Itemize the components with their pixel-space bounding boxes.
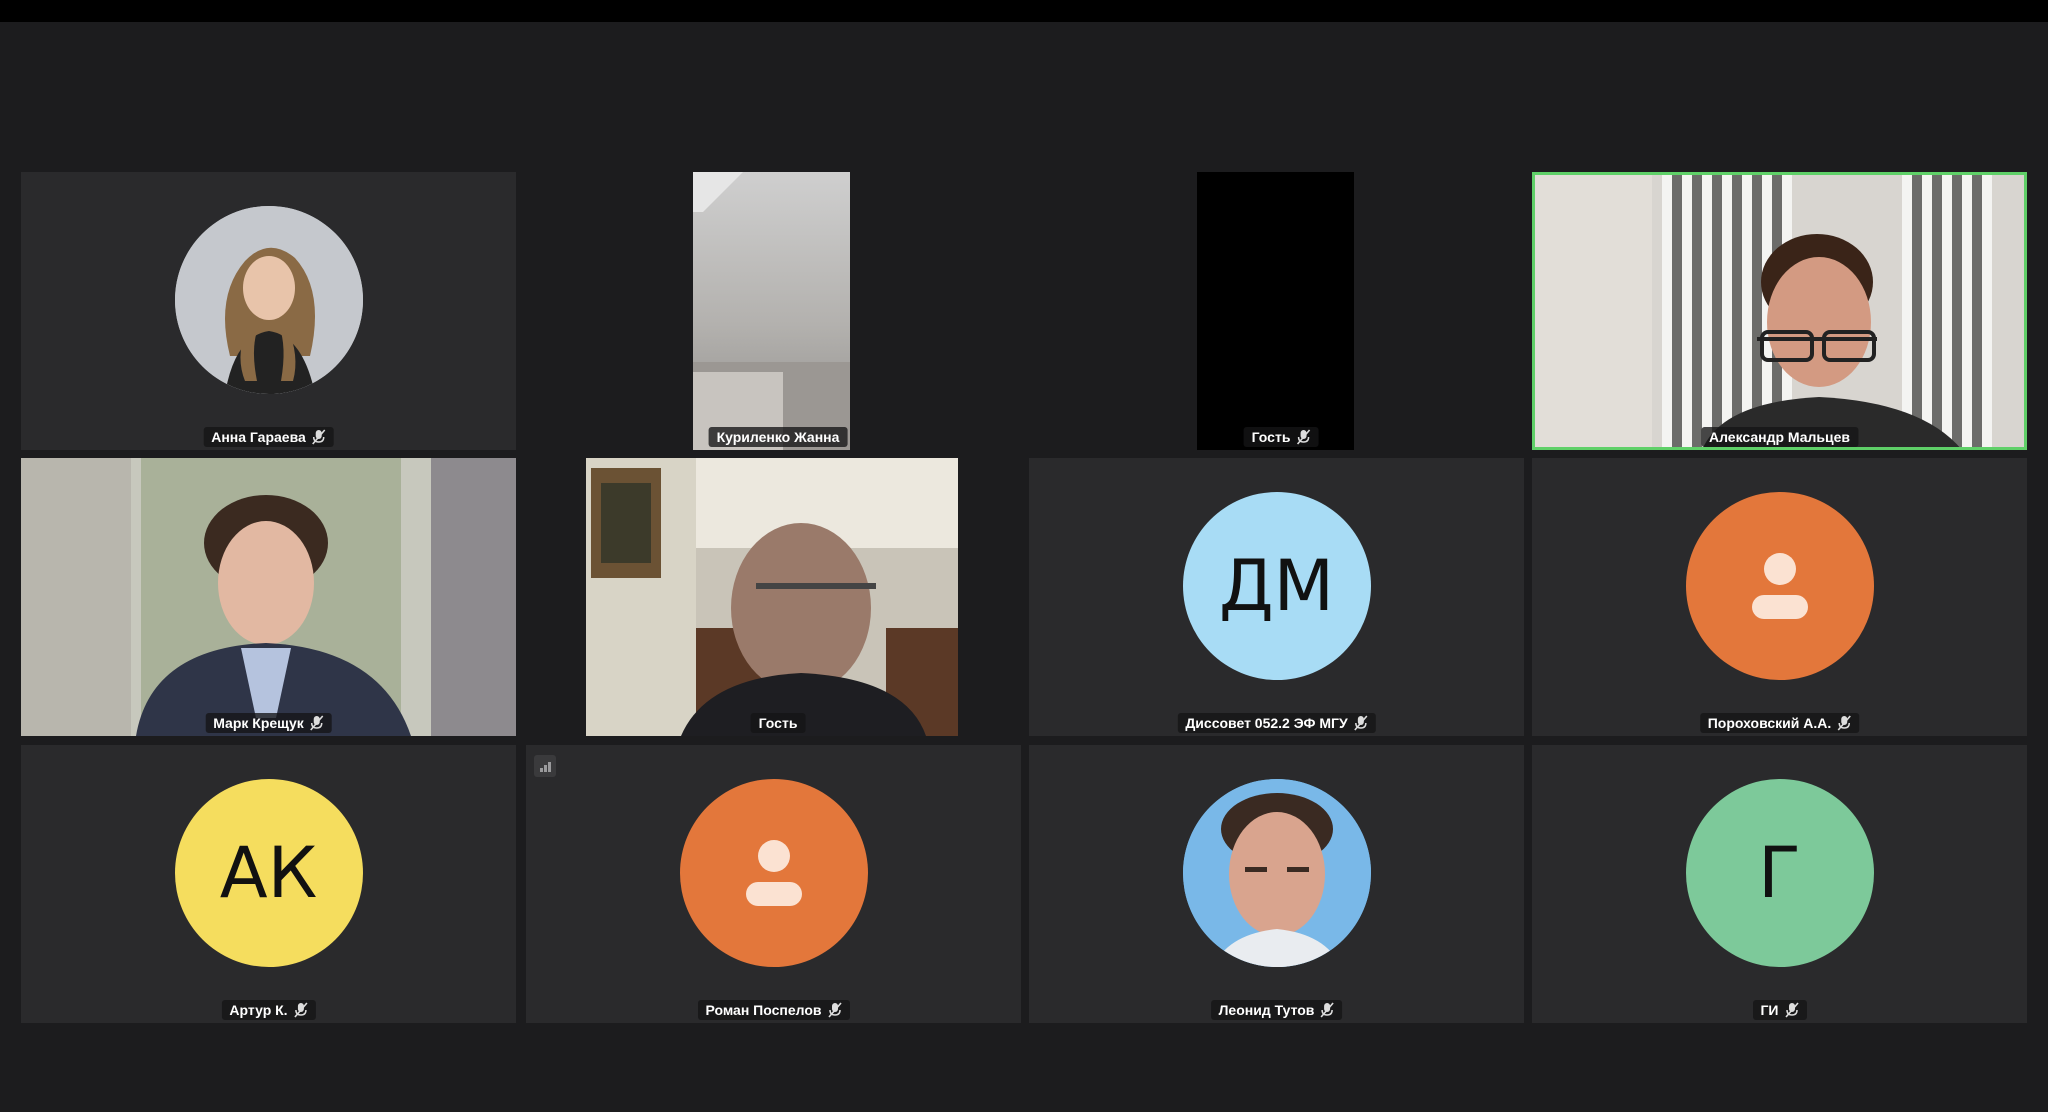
participant-nameplate: Роман Поспелов: [697, 1000, 850, 1020]
mic-muted-icon: [827, 1002, 842, 1018]
participant-tile-roman[interactable]: Роман Поспелов: [526, 745, 1021, 1023]
participant-nameplate: Марк Крещук: [205, 713, 332, 733]
participant-tile-gi[interactable]: Г ГИ: [1532, 745, 2027, 1023]
participant-nameplate: Гость: [1243, 427, 1319, 447]
participant-tile-artur[interactable]: АК Артур К.: [21, 745, 516, 1023]
participant-name: Куриленко Жанна: [716, 429, 840, 445]
participant-nameplate: Александр Мальцев: [1700, 427, 1859, 447]
avatar-initials-text: ДМ: [1218, 545, 1335, 627]
avatar: [1685, 492, 1874, 680]
avatar: [1182, 779, 1371, 967]
participant-name: Анна Гараева: [211, 429, 306, 445]
avatar-initials: Г: [1685, 779, 1874, 967]
person-icon: [1751, 553, 1808, 619]
room-ceiling-video: [693, 172, 850, 450]
participant-name: Артур К.: [229, 1002, 288, 1018]
participant-tile-dissovet[interactable]: ДМ Диссовет 052.2 ЭФ МГУ: [1029, 458, 1524, 736]
mic-muted-icon: [1837, 715, 1851, 731]
participant-nameplate: ГИ: [1752, 1000, 1807, 1020]
participant-name: Александр Мальцев: [1708, 429, 1851, 445]
participant-tile-guest-2[interactable]: Гость: [526, 458, 1030, 736]
avatar: [679, 779, 868, 967]
avatar-initials-text: Г: [1758, 832, 1801, 914]
video-feed: [586, 458, 958, 736]
participant-video: [586, 458, 958, 736]
mic-muted-icon: [1296, 429, 1311, 445]
mic-muted-icon: [1320, 1002, 1335, 1018]
video-feed: [693, 172, 850, 450]
mic-muted-icon: [1354, 715, 1368, 731]
participant-nameplate: Гость: [750, 713, 806, 733]
woman-photo-icon: [174, 206, 363, 394]
participant-nameplate: Пороховский А.А.: [1699, 713, 1860, 733]
speaker-video: [1532, 172, 2027, 450]
participant-name: Пороховский А.А.: [1707, 715, 1832, 731]
participant-nameplate: Куриленко Жанна: [708, 427, 848, 447]
person-icon: [745, 840, 802, 906]
participant-nameplate: Анна Гараева: [203, 427, 334, 447]
participant-name: Марк Крещук: [213, 715, 304, 731]
participant-nameplate: Артур К.: [221, 1000, 316, 1020]
participant-tile-mark[interactable]: Марк Крещук: [21, 458, 516, 736]
participant-tile-maltsev[interactable]: Александр Мальцев: [1532, 172, 2027, 450]
participant-nameplate: Диссовет 052.2 ЭФ МГУ: [1177, 713, 1376, 733]
participant-name: Роман Поспелов: [705, 1002, 822, 1018]
mic-muted-icon: [293, 1002, 308, 1018]
participant-tile-kurilenko[interactable]: Куриленко Жанна: [526, 172, 1030, 450]
avatar-initials: ДМ: [1182, 492, 1371, 680]
participant-nameplate: Леонид Тутов: [1210, 1000, 1343, 1020]
mic-muted-icon: [1784, 1002, 1799, 1018]
participant-name: Гость: [758, 715, 798, 731]
participant-name: Диссовет 052.2 ЭФ МГУ: [1185, 715, 1348, 731]
participant-tile-porokhovsky[interactable]: Пороховский А.А.: [1532, 458, 2027, 736]
participant-video: [21, 458, 516, 736]
participant-name: Леонид Тутов: [1218, 1002, 1315, 1018]
participant-tile-leonid[interactable]: Леонид Тутов: [1029, 745, 1524, 1023]
avatar-initials: АК: [174, 779, 363, 967]
connection-signal-icon: [534, 755, 556, 777]
avatar: [174, 206, 363, 394]
mic-muted-icon: [310, 715, 324, 731]
participant-name: Гость: [1251, 429, 1291, 445]
participant-tile-anna[interactable]: Анна Гараева: [21, 172, 516, 450]
participant-tile-guest-1[interactable]: Гость: [1029, 172, 1533, 450]
video-feed-off: [1197, 172, 1354, 450]
top-bar: [0, 0, 2048, 22]
man-photo-icon: [1182, 779, 1371, 967]
participant-name: ГИ: [1760, 1002, 1779, 1018]
avatar-initials-text: АК: [219, 832, 318, 914]
mic-muted-icon: [312, 429, 326, 445]
